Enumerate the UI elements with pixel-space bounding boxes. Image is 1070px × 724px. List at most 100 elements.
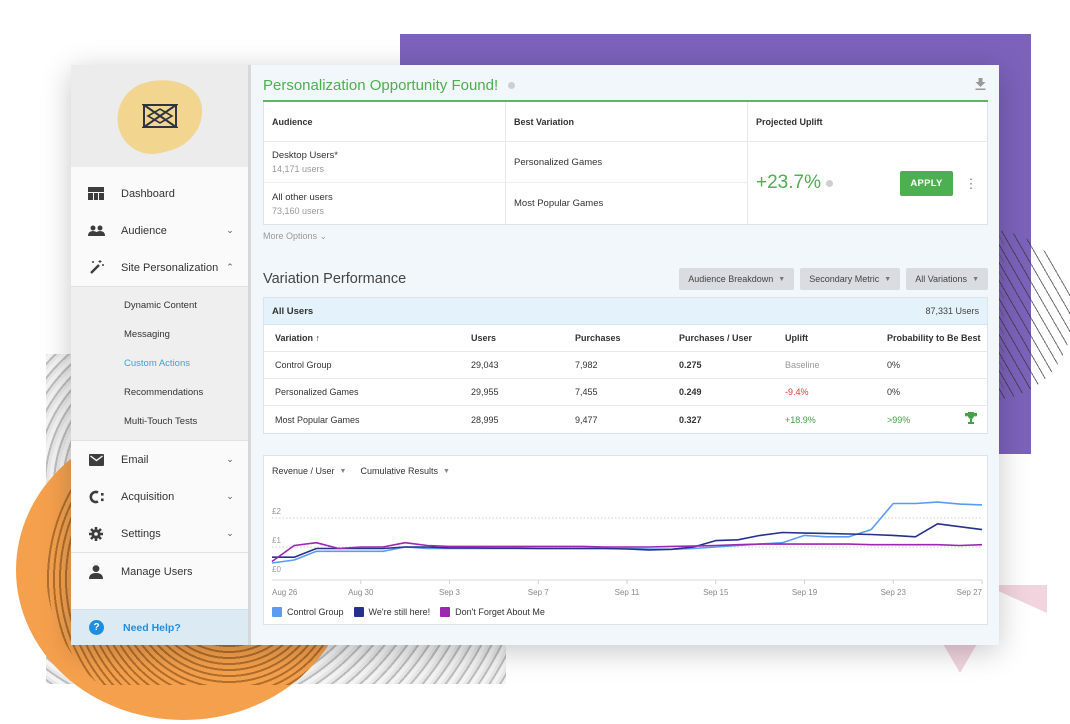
opportunity-header: Personalization Opportunity Found! [263,65,988,102]
logo-bowtie-icon [141,104,178,128]
x-tick-label: Sep 7 [528,588,549,597]
variation-name: Personalized Games [275,387,359,397]
probability-value: 0% [887,387,901,397]
column-header: Audience [264,102,505,142]
revenue-chart-card: Revenue / User ▼ Cumulative Results ▼ £0 £1… [263,455,988,625]
audience-icon [85,223,107,239]
help-icon: ? [89,620,104,635]
column-header-purchases-per-user[interactable]: Purchases / User [679,333,785,343]
caret-down-icon: ▼ [778,275,786,283]
table-row: Desktop Users* 14,171 users [264,142,505,183]
legend-item-still-here[interactable]: We're still here! [353,607,431,617]
more-vertical-icon[interactable]: ⋮ [961,177,981,190]
variation-name: Most Popular Games [275,414,360,425]
sidebar-item-email[interactable]: Email ⌄ [71,441,248,478]
sidebar-item-label: Email [121,453,149,466]
sidebar-item-site-personalization[interactable]: Site Personalization ⌃ [71,249,248,286]
logo[interactable] [109,70,210,162]
table-row: Most Popular Games 28,995 9,477 0.327 +1… [264,406,987,433]
segment-header: All Users 87,331 Users [264,298,987,325]
dashboard-icon [85,186,107,202]
column-header-uplift[interactable]: Uplift [785,333,887,343]
audience-name: All other users [272,191,333,203]
site-personalization-submenu: Dynamic Content Messaging Custom Actions… [71,286,248,441]
variation-performance-title: Variation Performance [263,271,407,287]
x-tick-label: Sep 11 [615,588,640,597]
download-icon[interactable] [975,78,986,93]
info-icon[interactable] [507,81,515,89]
table-header-row: Variation ↑ Users Purchases Purchases / … [264,325,987,352]
caret-down-icon: ▼ [884,275,892,283]
app-window: Dashboard Audience ⌄ Site Personalizatio… [71,65,999,645]
sidebar-item-label: Audience [121,224,167,237]
all-variations-dropdown[interactable]: All Variations ▼ [906,268,988,290]
probability-cell: 0% [887,387,987,397]
y-tick-label: £2 [272,507,281,516]
column-header: Projected Uplift [748,102,987,142]
purchases-value: 7,982 [575,360,598,370]
sidebar-item-label: Acquisition [121,490,175,503]
x-tick-label: Sep 15 [703,588,729,597]
users-value: 29,955 [471,387,499,397]
x-tick-label: Sep 3 [439,588,460,597]
series-line-we-re-still-here [272,523,983,558]
best-variation-name: Personalized Games [514,156,603,168]
need-help-button[interactable]: ? Need Help? [71,609,248,645]
sidebar-item-manage-users[interactable]: Manage Users [71,553,248,590]
logo-area [71,65,248,167]
revenue-line-chart: £0 £1 £2 Aug 26 Aug 30 Sep 3 Sep 7 Sep 11 Sep 15… [271,501,983,597]
legend-swatch [353,607,364,617]
variation-name: Control Group [275,360,332,370]
projected-uplift-column: Projected Uplift +23.7% APPLY ⋮ [748,102,987,224]
probability-value: 0% [887,360,901,370]
column-header-purchases[interactable]: Purchases [575,333,679,343]
best-variation-column: Best Variation Personalized Games Most P… [506,102,748,224]
y-tick-label: £1 [272,536,281,545]
magic-wand-icon [85,260,107,276]
projected-uplift-value: +23.7% [756,172,821,193]
submenu-item-messaging[interactable]: Messaging [71,320,248,349]
more-options-link[interactable]: More Options ⌄ [263,231,988,242]
table-row: Personalized Games 29,955 7,455 0.249 -9… [264,379,987,406]
purchases-per-user-value: 0.275 [679,360,702,370]
sidebar-item-label: Site Personalization [121,261,219,274]
audience-name: Desktop Users* [272,150,338,161]
secondary-metric-dropdown[interactable]: Secondary Metric ▼ [800,268,901,290]
legend-label: We're still here! [368,607,431,617]
sidebar-item-dashboard[interactable]: Dashboard [71,175,248,212]
info-icon[interactable] [825,179,833,187]
table-row: Personalized Games [506,142,747,183]
chevron-down-icon: ⌄ [226,528,234,538]
projected-uplift-cell: +23.7% APPLY ⋮ [748,142,987,224]
submenu-item-multi-touch-tests[interactable]: Multi-Touch Tests [71,407,248,436]
audience-breakdown-dropdown[interactable]: Audience Breakdown ▼ [679,268,795,290]
dropdown-label: Secondary Metric [809,274,880,284]
series-line-control-group [271,501,983,564]
column-header-users[interactable]: Users [471,333,575,343]
sidebar-item-acquisition[interactable]: Acquisition ⌄ [71,478,248,515]
y-tick-label: £0 [272,565,281,574]
background-dot-pattern [990,230,1070,400]
probability-cell: 0% [887,360,987,370]
column-header-variation[interactable]: Variation ↑ [275,333,471,343]
users-value: 28,995 [471,414,499,425]
submenu-item-dynamic-content[interactable]: Dynamic Content [71,291,248,320]
dropdown-label: Audience Breakdown [688,274,774,284]
probability-value: >99% [887,414,911,425]
sidebar-item-audience[interactable]: Audience ⌄ [71,212,248,249]
submenu-item-recommendations[interactable]: Recommendations [71,378,248,407]
trophy-icon [965,412,977,427]
apply-button[interactable]: APPLY [900,170,953,196]
variation-performance-header: Variation Performance Audience Breakdown… [263,268,988,290]
user-icon [85,564,107,580]
uplift-value: Baseline [785,360,820,370]
legend-item-dont-forget[interactable]: Don't Forget About Me [440,607,545,617]
gear-icon [85,526,107,542]
sidebar-item-settings[interactable]: Settings ⌄ [71,515,248,552]
sidebar: Dashboard Audience ⌄ Site Personalizatio… [71,65,251,645]
submenu-item-custom-actions[interactable]: Custom Actions [71,349,248,378]
legend-item-control-group[interactable]: Control Group [272,607,344,617]
x-tick-label: Sep 19 [792,588,818,597]
users-value: 29,043 [471,360,499,370]
column-header-probability[interactable]: Probability to Be Best [887,333,987,343]
